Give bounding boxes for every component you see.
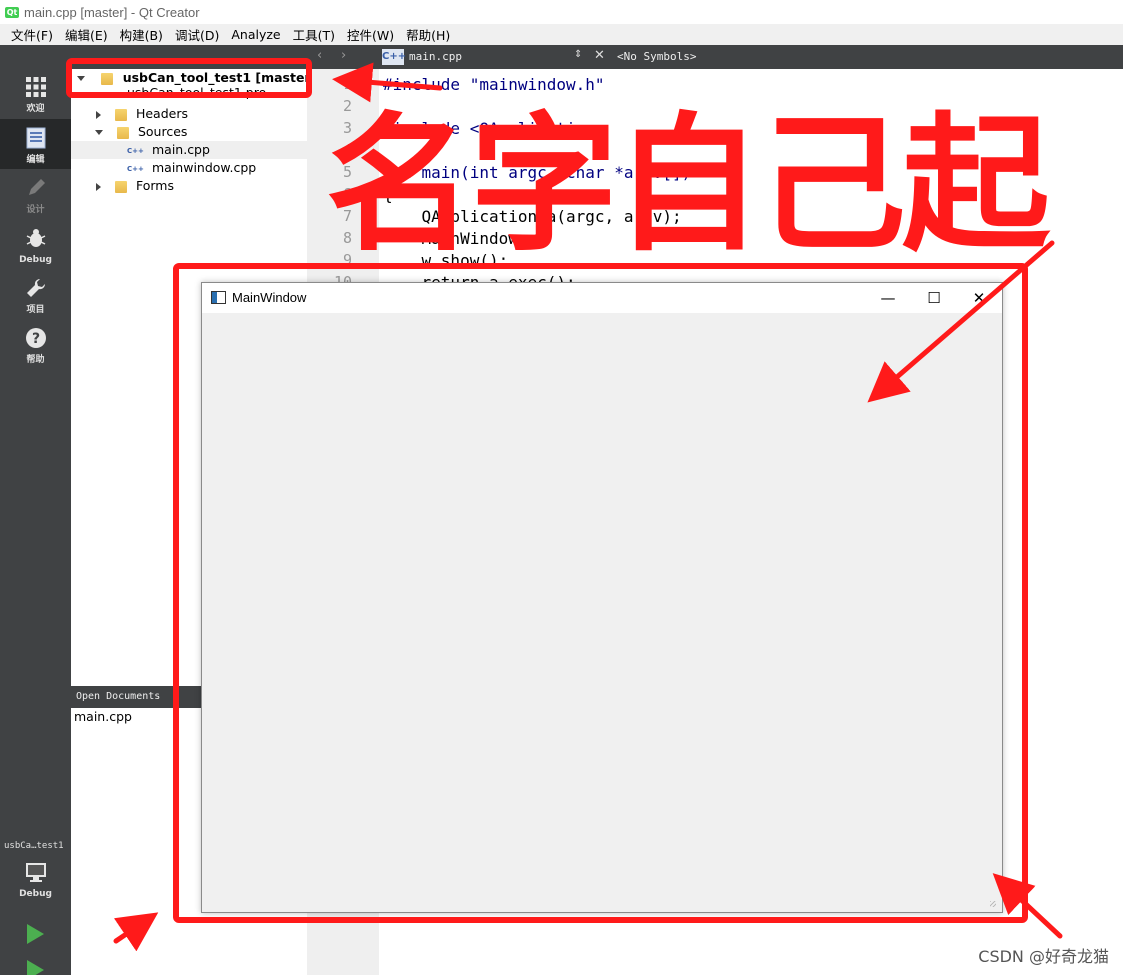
watermark: CSDN @好奇龙猫 xyxy=(978,947,1109,966)
arrow-to-corner xyxy=(113,912,159,952)
arrow-to-project-name xyxy=(332,62,443,103)
arrow-to-window xyxy=(867,240,1055,403)
annotation-arrows xyxy=(113,62,1063,952)
arrow-to-grip xyxy=(992,873,1063,939)
